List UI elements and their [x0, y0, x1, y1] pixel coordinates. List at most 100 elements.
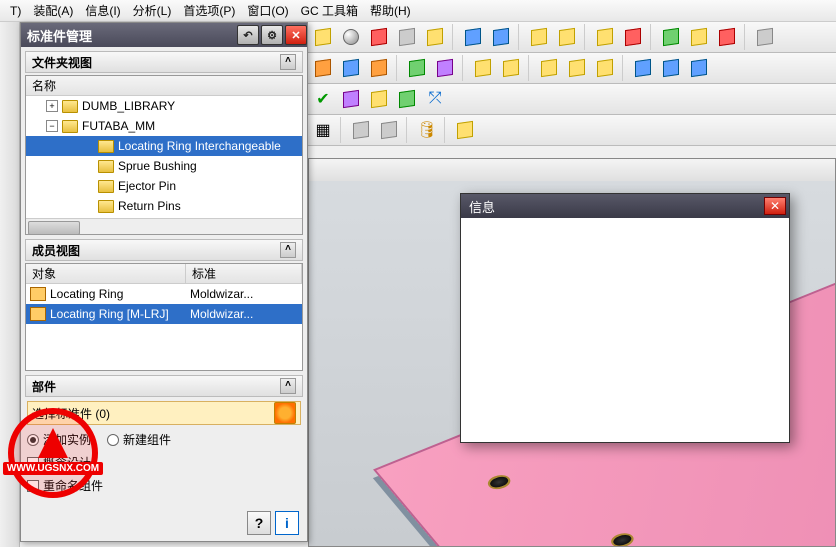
tb3-4[interactable] [394, 86, 420, 112]
expand-icon[interactable]: − [46, 120, 58, 132]
folder-tree: 名称 +DUMB_LIBRARY −FUTABA_MM Locating Rin… [25, 75, 303, 235]
tb2-1[interactable] [310, 55, 336, 81]
tb2-8[interactable] [536, 55, 562, 81]
collapse-icon[interactable]: ˄ [280, 242, 296, 258]
tb4-2[interactable] [348, 117, 374, 143]
tb2-4[interactable] [404, 55, 430, 81]
tree-item-ejector-pin[interactable]: Ejector Pin [26, 176, 302, 196]
tree-item-dumb-library[interactable]: +DUMB_LIBRARY [26, 96, 302, 116]
table-row[interactable]: Locating Ring [M-LRJ] Moldwizar... [26, 304, 302, 324]
folder-icon [98, 180, 114, 193]
tree-item-return-pins[interactable]: Return Pins [26, 196, 302, 216]
toolbar-3: ✔ ⤱ [308, 84, 836, 115]
tb2-9[interactable] [564, 55, 590, 81]
tb2-11[interactable] [630, 55, 656, 81]
folder-icon [98, 160, 114, 173]
collapse-icon[interactable]: ˄ [280, 378, 296, 394]
tb-cube3[interactable] [526, 24, 552, 50]
section-part[interactable]: 部件 ˄ [25, 375, 303, 397]
tb4-db[interactable]: 🛢 [414, 117, 440, 143]
tb-cube-gray[interactable] [394, 24, 420, 50]
tb-cube6[interactable] [686, 24, 712, 50]
folder-icon [98, 140, 114, 153]
expand-icon[interactable]: + [46, 100, 58, 112]
tb2-2[interactable] [338, 55, 364, 81]
hole-icon [607, 530, 637, 547]
close-icon[interactable]: ✕ [764, 197, 786, 215]
menu-help[interactable]: 帮助(H) [364, 2, 417, 19]
info-icon[interactable]: i [275, 511, 299, 535]
radio-label: 新建组件 [123, 431, 171, 448]
tb4-1[interactable]: ▦ [310, 117, 336, 143]
section-folder-view[interactable]: 文件夹视图 ˄ [25, 51, 303, 73]
col-object[interactable]: 对象 [26, 264, 186, 283]
radio-new-component[interactable] [107, 434, 119, 446]
tb-cube4[interactable] [554, 24, 580, 50]
tb2-5[interactable] [432, 55, 458, 81]
stamp-url: WWW.UGSNX.COM [3, 462, 103, 475]
tb-grid-icon[interactable] [752, 24, 778, 50]
info-dialog-body [461, 218, 789, 442]
tb2-7[interactable] [498, 55, 524, 81]
col-standard[interactable]: 标准 [186, 264, 302, 283]
gear-icon[interactable]: ⚙ [261, 25, 283, 45]
folder-icon [62, 100, 78, 113]
tb4-3[interactable] [376, 117, 402, 143]
tb-cube-red3[interactable] [714, 24, 740, 50]
close-icon[interactable]: ✕ [285, 25, 307, 45]
tree-header-name[interactable]: 名称 [26, 76, 302, 96]
tb-cube2[interactable] [422, 24, 448, 50]
tb-sphere[interactable] [338, 24, 364, 50]
part-icon [30, 287, 46, 301]
panel-footer-buttons: ? i [247, 511, 299, 535]
info-dialog-titlebar[interactable]: 信息 ✕ [461, 194, 789, 218]
part-icon [30, 307, 46, 321]
tb2-13[interactable] [686, 55, 712, 81]
menu-prefs[interactable]: 首选项(P) [177, 2, 241, 19]
tb-cube-red2[interactable] [620, 24, 646, 50]
collapse-icon[interactable]: ˄ [280, 54, 296, 70]
help-icon[interactable]: ? [247, 511, 271, 535]
table-header: 对象 标准 [26, 264, 302, 284]
section-label: 成员视图 [32, 242, 80, 259]
menu-window[interactable]: 窗口(O) [241, 2, 294, 19]
tb3-check[interactable]: ✔ [310, 86, 336, 112]
tb-cube1[interactable] [310, 24, 336, 50]
h-scrollbar[interactable] [26, 218, 302, 234]
tb2-6[interactable] [470, 55, 496, 81]
menu-info[interactable]: 信息(I) [79, 2, 126, 19]
tb-cube-green[interactable] [658, 24, 684, 50]
tb3-axis[interactable]: ⤱ [422, 86, 448, 112]
tb-cube5[interactable] [592, 24, 618, 50]
tree-item-sprue-bushing[interactable]: Sprue Bushing [26, 156, 302, 176]
toolbar-4: ▦ 🛢 [308, 115, 836, 146]
section-member-view[interactable]: 成员视图 ˄ [25, 239, 303, 261]
panel-title-text: 标准件管理 [27, 26, 92, 45]
tb-cube-blue2[interactable] [488, 24, 514, 50]
tb4-4[interactable] [452, 117, 478, 143]
target-icon[interactable] [274, 402, 296, 424]
menu-assembly[interactable]: 装配(A) [27, 2, 79, 19]
table-row[interactable]: Locating Ring Moldwizar... [26, 284, 302, 304]
tb-cube-red[interactable] [366, 24, 392, 50]
tree-item-futaba[interactable]: −FUTABA_MM [26, 116, 302, 136]
menu-analysis[interactable]: 分析(L) [127, 2, 178, 19]
tb3-3[interactable] [366, 86, 392, 112]
tree-body[interactable]: +DUMB_LIBRARY −FUTABA_MM Locating Ring I… [26, 96, 302, 218]
tb-cube-blue[interactable] [460, 24, 486, 50]
tree-item-locating-ring[interactable]: Locating Ring Interchangeable [26, 136, 302, 156]
folder-icon [98, 200, 114, 213]
toolbar-2 [308, 53, 836, 84]
watermark-stamp: WWW.UGSNX.COM [8, 408, 98, 498]
panel-titlebar[interactable]: 标准件管理 ↶ ⚙ ✕ [21, 23, 307, 47]
hole-icon [484, 472, 514, 492]
toolbar-1 [308, 22, 836, 53]
folder-icon [62, 120, 78, 133]
undo-icon[interactable]: ↶ [237, 25, 259, 45]
tb2-12[interactable] [658, 55, 684, 81]
tb2-3[interactable] [366, 55, 392, 81]
tb3-2[interactable] [338, 86, 364, 112]
menu-gc-toolbox[interactable]: GC 工具箱 [295, 2, 364, 19]
menu-t[interactable]: T) [4, 4, 27, 18]
tb2-10[interactable] [592, 55, 618, 81]
